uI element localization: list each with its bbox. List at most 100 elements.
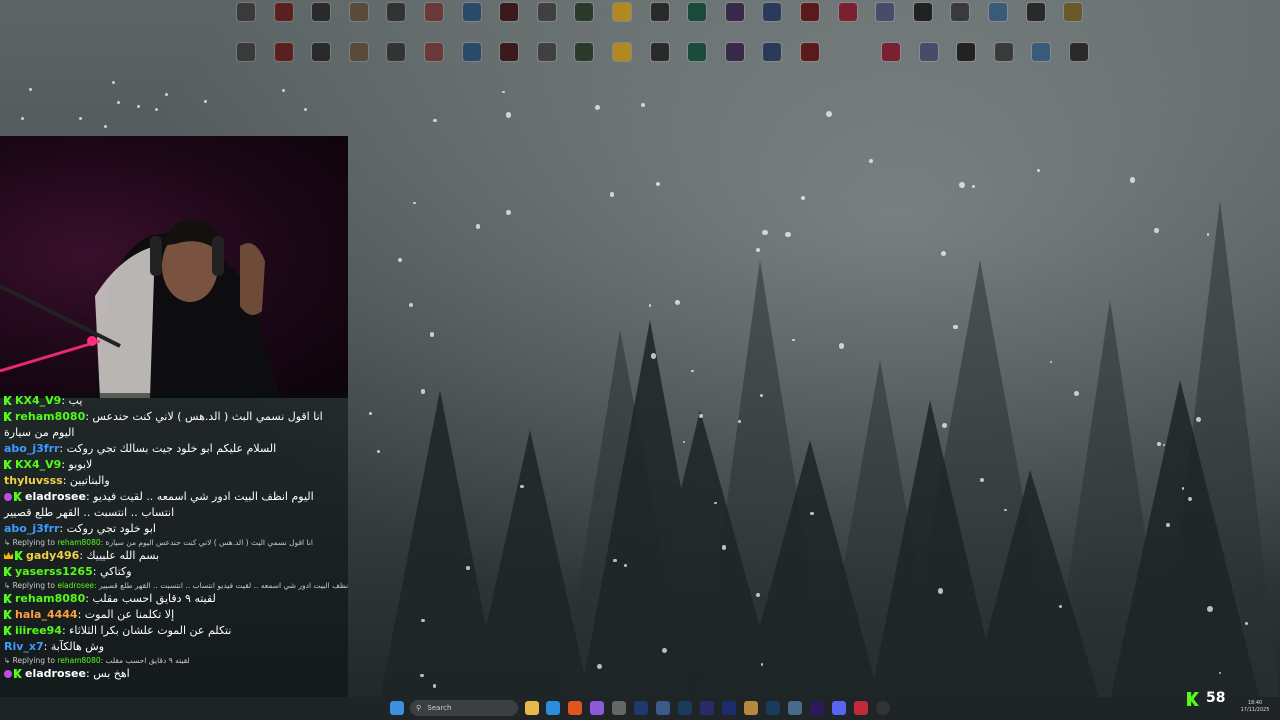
chat-reply-reference[interactable]: ↳ Replying to reham8080: لقيته ٩ دقايق ا…: [0, 655, 348, 666]
chat-username[interactable]: iiiree94: [15, 624, 62, 637]
desktop-shortcut[interactable]: [717, 3, 753, 45]
snowflake: [429, 332, 435, 337]
chat-username[interactable]: reham8080: [15, 592, 85, 605]
desktop-shortcut[interactable]: [529, 43, 565, 85]
desktop-shortcut[interactable]: [679, 43, 715, 85]
chat-reply-reference[interactable]: ↳ Replying to reham8080: انا اقول نسمي ا…: [0, 537, 348, 548]
desktop-shortcut[interactable]: [905, 3, 941, 45]
desktop-shortcut[interactable]: [980, 3, 1016, 45]
chat-username[interactable]: thyluvsss: [4, 474, 63, 487]
desktop-shortcut[interactable]: [986, 43, 1022, 85]
snowflake: [520, 484, 524, 489]
system-clock[interactable]: 18:40 17/11/2025: [1236, 700, 1274, 714]
desktop-shortcut[interactable]: [454, 43, 490, 85]
chat-reply-reference[interactable]: ↳ Replying to eladrosee: اليوم انظف البي…: [0, 580, 348, 591]
app-shortcut-icon: [838, 3, 857, 21]
app-shortcut-icon: [1070, 43, 1088, 61]
chat-message-text: والبناتيين: [69, 474, 110, 487]
desktop-shortcut[interactable]: [266, 43, 302, 85]
visual-studio-icon[interactable]: [590, 701, 604, 715]
chat-message: abo_j3frr: السلام عليكم ابو خلود جيت بسا…: [0, 441, 348, 457]
desktop-shortcut[interactable]: [911, 43, 947, 85]
snowflake: [421, 618, 425, 623]
after-effects-icon[interactable]: [700, 701, 714, 715]
premiere-icon[interactable]: [810, 701, 824, 715]
desktop-shortcut[interactable]: [491, 43, 527, 85]
desktop-shortcut[interactable]: [341, 43, 377, 85]
app-shortcut-icon: [1064, 3, 1083, 21]
desktop-shortcut[interactable]: [754, 3, 790, 45]
kick-badge-icon: [15, 551, 23, 560]
chat-username[interactable]: reham8080: [15, 410, 85, 423]
desktop-shortcut[interactable]: [303, 3, 339, 45]
desktop-shortcut[interactable]: [754, 43, 790, 85]
desktop-shortcut[interactable]: [679, 3, 715, 45]
desktop-shortcut[interactable]: [303, 43, 339, 85]
desktop-shortcut[interactable]: [378, 43, 414, 85]
desktop-shortcut[interactable]: [792, 3, 828, 45]
desktop-shortcut[interactable]: [792, 43, 828, 85]
desktop-shortcut[interactable]: [1061, 43, 1097, 85]
desktop-shortcut[interactable]: [566, 43, 602, 85]
audition-icon[interactable]: [678, 701, 692, 715]
desktop-shortcut[interactable]: [948, 43, 984, 85]
desktop-shortcut[interactable]: [604, 43, 640, 85]
chat-username[interactable]: eladrosee: [25, 667, 86, 680]
search-placeholder: Search: [427, 704, 452, 712]
taskbar-search[interactable]: ⚲ Search: [410, 700, 518, 716]
desktop-shortcut[interactable]: [642, 43, 678, 85]
snowflake: [596, 663, 602, 669]
obs-icon[interactable]: [876, 701, 890, 715]
shield-icon[interactable]: [788, 701, 802, 715]
photoshop-icon[interactable]: [634, 701, 648, 715]
desktop-shortcut[interactable]: [228, 43, 264, 85]
windows-start-icon[interactable]: [390, 701, 404, 715]
desktop-shortcut[interactable]: [1023, 43, 1059, 85]
desktop-shortcut[interactable]: [830, 3, 866, 45]
chat-username[interactable]: yaserss1265: [15, 565, 93, 578]
desktop-shortcut[interactable]: [642, 3, 678, 45]
file-explorer-icon[interactable]: [525, 701, 539, 715]
desktop-shortcut[interactable]: [873, 43, 909, 85]
discord-icon[interactable]: [832, 701, 846, 715]
desktop-shortcut[interactable]: [1018, 3, 1054, 45]
brave-browser-icon[interactable]: [568, 701, 582, 715]
media-encoder-icon[interactable]: [722, 701, 736, 715]
desktop-shortcut[interactable]: [416, 43, 452, 85]
desktop-shortcut[interactable]: [228, 3, 264, 45]
chat-username[interactable]: eladrosee: [25, 490, 86, 503]
chat-username[interactable]: KX4_V9: [15, 394, 61, 407]
app-icon[interactable]: [656, 701, 670, 715]
desktop-shortcut[interactable]: [266, 3, 302, 45]
app-icon[interactable]: [854, 701, 868, 715]
app-icon[interactable]: [612, 701, 626, 715]
chat-message-text: بسم الله عليييك: [86, 549, 160, 562]
desktop-shortcut[interactable]: [566, 3, 602, 45]
desktop-shortcut[interactable]: [341, 3, 377, 45]
desktop-shortcut[interactable]: [378, 3, 414, 45]
desktop-shortcut[interactable]: [491, 3, 527, 45]
app-shortcut-icon: [763, 43, 782, 61]
chat-username[interactable]: Riv_x7: [4, 640, 44, 653]
desktop-shortcut[interactable]: [717, 43, 753, 85]
chat-username[interactable]: KX4_V9: [15, 458, 61, 471]
desktop-shortcut[interactable]: [942, 3, 978, 45]
desktop-shortcut[interactable]: [529, 3, 565, 45]
app-icon[interactable]: [744, 701, 758, 715]
chat-message-text: وش هالكآبة: [50, 640, 105, 653]
audition-icon[interactable]: [766, 701, 780, 715]
desktop-shortcut[interactable]: [867, 3, 903, 45]
chat-username[interactable]: hala_4444: [15, 608, 78, 621]
reply-label: ↳ Replying to: [4, 538, 58, 547]
app-shortcut-icon: [801, 43, 819, 61]
chat-username[interactable]: abo_j3frr: [4, 442, 59, 455]
kick-badge-icon: [4, 567, 12, 576]
kick-badge-icon: [4, 396, 12, 405]
vscode-icon[interactable]: [546, 701, 560, 715]
chat-username[interactable]: gady496: [26, 549, 79, 562]
chat-username[interactable]: abo_j3frr: [4, 522, 59, 535]
desktop-shortcut[interactable]: [454, 3, 490, 45]
desktop-shortcut[interactable]: [1055, 3, 1091, 45]
desktop-shortcut[interactable]: [416, 3, 452, 45]
desktop-shortcut[interactable]: [604, 3, 640, 45]
